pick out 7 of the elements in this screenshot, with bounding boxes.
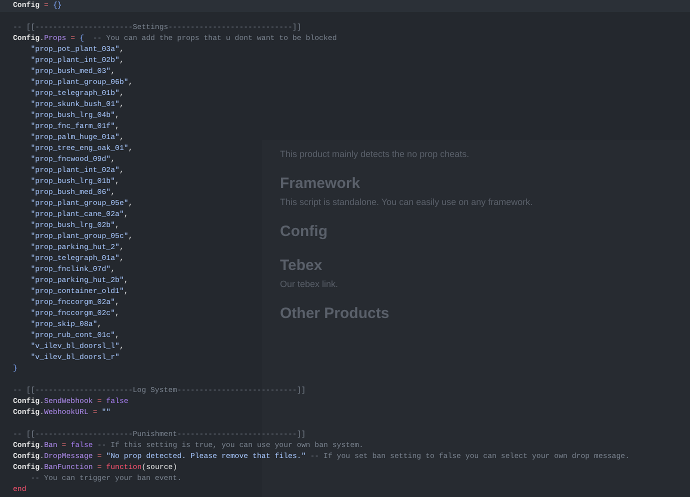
section-heading: Framework xyxy=(280,174,360,194)
section-heading: Other Products xyxy=(280,304,390,324)
page-text: Our tebex link. xyxy=(280,278,338,290)
page-text: This product mainly detects the no prop cheats. xyxy=(280,148,470,160)
section-heading: Config xyxy=(280,222,328,242)
page-text: This script is standalone. You can easily use on any framework. xyxy=(280,196,533,208)
section-heading: Tebex xyxy=(280,256,322,276)
